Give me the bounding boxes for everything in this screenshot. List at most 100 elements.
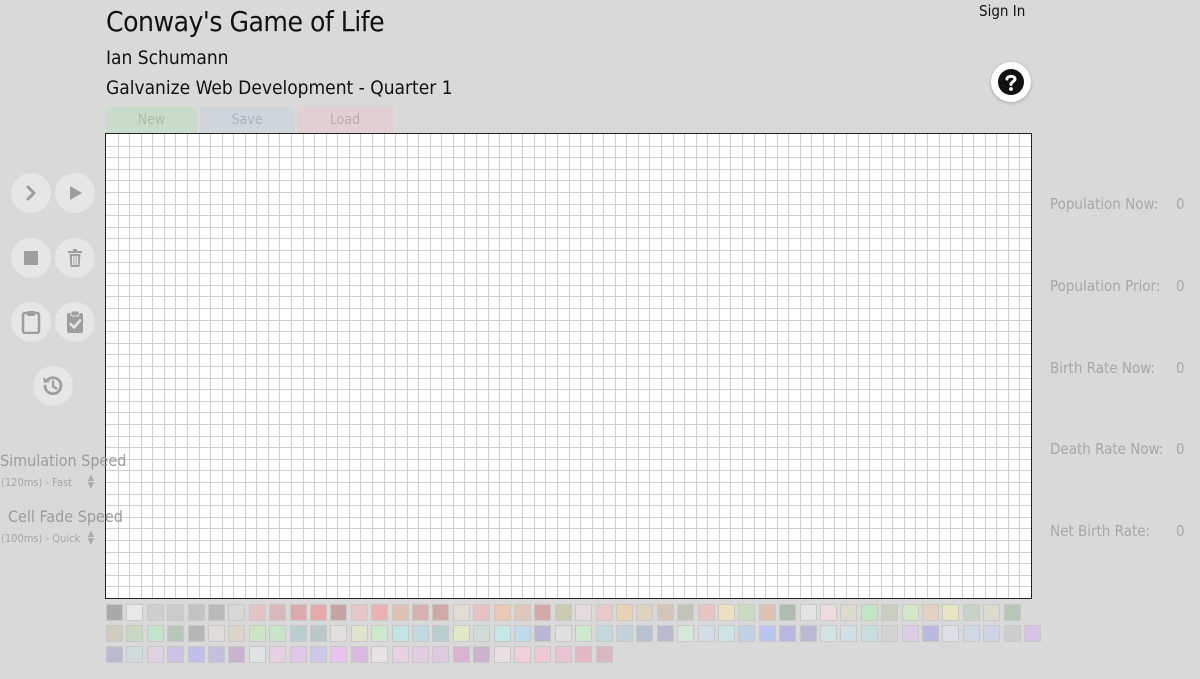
play-button[interactable] — [55, 173, 95, 213]
color-swatch[interactable] — [493, 604, 511, 621]
color-swatch[interactable] — [126, 604, 144, 621]
color-swatch[interactable] — [779, 604, 797, 621]
color-swatch[interactable] — [860, 604, 878, 621]
color-swatch[interactable] — [350, 646, 368, 663]
color-swatch[interactable] — [412, 625, 429, 642]
color-swatch[interactable] — [677, 625, 695, 642]
color-swatch[interactable] — [983, 625, 1001, 642]
color-swatch[interactable] — [473, 604, 491, 621]
color-swatch[interactable] — [452, 646, 470, 663]
color-swatch[interactable] — [534, 625, 552, 642]
color-swatch[interactable] — [718, 604, 735, 621]
step-button[interactable] — [11, 173, 51, 213]
color-swatch[interactable] — [677, 604, 695, 621]
color-swatch[interactable] — [187, 646, 205, 663]
color-swatch[interactable] — [1003, 625, 1021, 642]
color-swatch[interactable] — [228, 625, 246, 642]
cell-fade-speed-select[interactable]: (100ms) - Quick ▲ ▼ — [0, 530, 98, 547]
color-swatch[interactable] — [248, 604, 266, 621]
color-swatch[interactable] — [208, 604, 225, 621]
stop-button[interactable] — [11, 238, 51, 278]
color-swatch[interactable] — [432, 625, 450, 642]
color-swatch[interactable] — [595, 625, 613, 642]
color-swatch[interactable] — [718, 625, 735, 642]
color-swatch[interactable] — [452, 625, 470, 642]
color-swatch[interactable] — [656, 625, 674, 642]
color-swatch[interactable] — [514, 604, 531, 621]
color-swatch[interactable] — [840, 604, 858, 621]
color-swatch[interactable] — [269, 646, 287, 663]
color-swatch[interactable] — [656, 604, 674, 621]
color-swatch[interactable] — [187, 604, 205, 621]
color-swatch[interactable] — [493, 625, 511, 642]
color-swatch[interactable] — [962, 625, 980, 642]
color-swatch[interactable] — [983, 604, 1001, 621]
clear-button[interactable] — [55, 238, 95, 278]
color-swatch[interactable] — [330, 646, 348, 663]
color-swatch[interactable] — [799, 625, 817, 642]
color-swatch[interactable] — [473, 646, 491, 663]
simulation-speed-select[interactable]: (120ms) - Fast ▲ ▼ — [0, 474, 98, 491]
color-swatch[interactable] — [616, 604, 633, 621]
color-swatch[interactable] — [514, 625, 531, 642]
color-swatch[interactable] — [187, 625, 205, 642]
color-swatch[interactable] — [881, 604, 899, 621]
color-swatch[interactable] — [820, 604, 837, 621]
help-button[interactable] — [991, 62, 1031, 102]
color-swatch[interactable] — [595, 604, 613, 621]
color-swatch[interactable] — [697, 625, 715, 642]
color-swatch[interactable] — [310, 646, 327, 663]
color-swatch[interactable] — [758, 604, 776, 621]
color-swatch[interactable] — [1003, 604, 1021, 621]
color-swatch[interactable] — [228, 646, 246, 663]
color-swatch[interactable] — [269, 625, 287, 642]
color-swatch[interactable] — [901, 625, 919, 642]
color-swatch[interactable] — [575, 604, 593, 621]
color-swatch[interactable] — [840, 625, 858, 642]
color-swatch[interactable] — [167, 646, 185, 663]
color-swatch[interactable] — [616, 625, 633, 642]
color-swatch[interactable] — [310, 625, 327, 642]
color-swatch[interactable] — [758, 625, 776, 642]
color-swatch[interactable] — [146, 604, 164, 621]
color-swatch[interactable] — [820, 625, 837, 642]
color-swatch[interactable] — [697, 604, 715, 621]
color-swatch[interactable] — [167, 625, 185, 642]
color-swatch[interactable] — [371, 604, 389, 621]
color-swatch[interactable] — [962, 604, 980, 621]
color-swatch[interactable] — [514, 646, 531, 663]
paste-button[interactable] — [55, 302, 95, 342]
color-swatch[interactable] — [738, 625, 756, 642]
color-swatch[interactable] — [799, 604, 817, 621]
color-swatch[interactable] — [412, 646, 429, 663]
color-swatch[interactable] — [391, 604, 409, 621]
color-swatch[interactable] — [371, 646, 389, 663]
life-grid[interactable] — [105, 133, 1032, 599]
color-swatch[interactable] — [493, 646, 511, 663]
color-swatch[interactable] — [534, 646, 552, 663]
color-swatch[interactable] — [126, 646, 144, 663]
color-swatch[interactable] — [922, 604, 939, 621]
color-swatch[interactable] — [942, 625, 960, 642]
color-swatch[interactable] — [228, 604, 246, 621]
color-swatch[interactable] — [208, 646, 225, 663]
color-swatch[interactable] — [452, 604, 470, 621]
color-swatch[interactable] — [595, 646, 613, 663]
copy-button[interactable] — [11, 302, 51, 342]
color-swatch[interactable] — [269, 604, 287, 621]
save-button[interactable]: Save — [200, 107, 294, 133]
color-swatch[interactable] — [432, 604, 450, 621]
color-swatch[interactable] — [330, 625, 348, 642]
color-swatch[interactable] — [289, 604, 307, 621]
color-swatch[interactable] — [738, 604, 756, 621]
color-swatch[interactable] — [289, 625, 307, 642]
color-swatch[interactable] — [146, 625, 164, 642]
color-swatch[interactable] — [554, 604, 572, 621]
color-swatch[interactable] — [167, 604, 185, 621]
color-swatch[interactable] — [208, 625, 225, 642]
color-swatch[interactable] — [330, 604, 348, 621]
color-swatch[interactable] — [860, 625, 878, 642]
color-swatch[interactable] — [575, 646, 593, 663]
color-swatch[interactable] — [575, 625, 593, 642]
color-swatch[interactable] — [248, 625, 266, 642]
